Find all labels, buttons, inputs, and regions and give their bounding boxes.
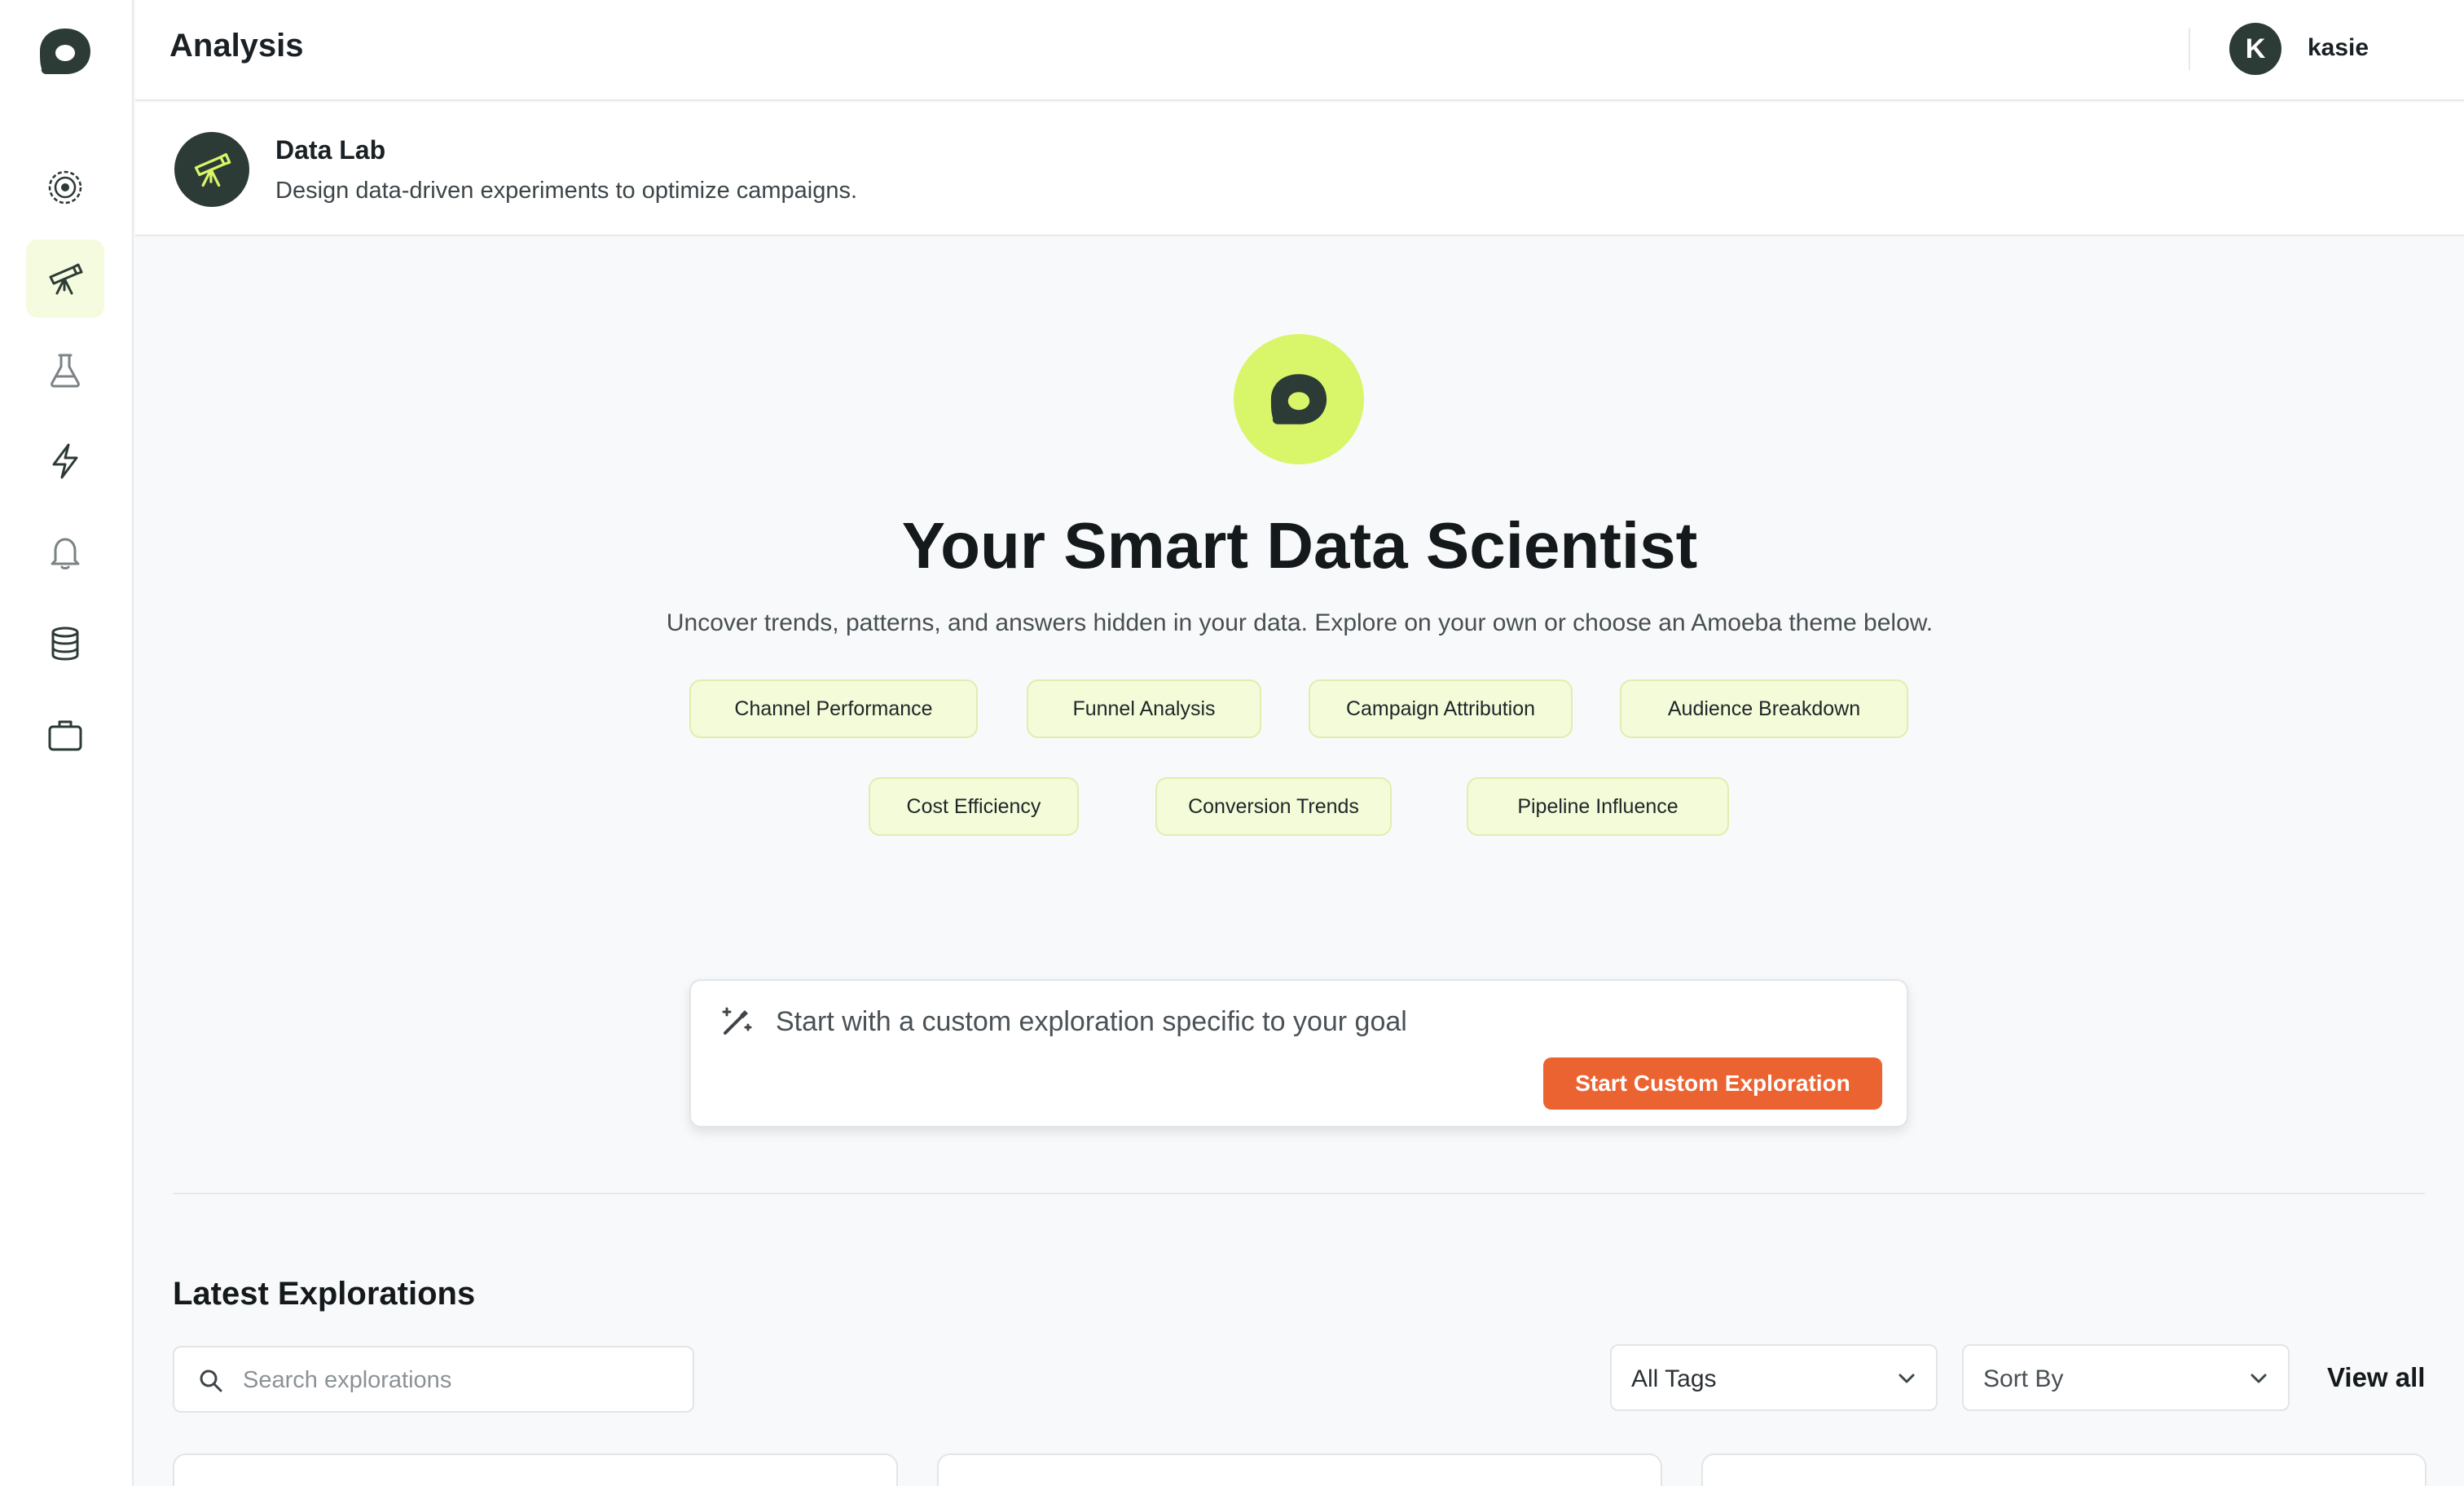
lightning-icon xyxy=(52,443,78,479)
tags-select[interactable]: All Tags xyxy=(1610,1344,1938,1411)
sidebar-item-automations[interactable] xyxy=(26,422,104,500)
custom-exploration-input[interactable] xyxy=(776,1002,1835,1041)
top-bar: Analysis K kasie xyxy=(135,0,2464,101)
sidebar-item-insights[interactable] xyxy=(26,148,104,226)
section-title: Data Lab xyxy=(275,135,386,165)
flask-icon xyxy=(51,354,80,388)
briefcase-icon xyxy=(48,720,82,751)
section-divider xyxy=(173,1193,2425,1194)
magic-wand-icon xyxy=(722,1007,752,1035)
sort-select[interactable]: Sort By xyxy=(1962,1344,2290,1411)
orbit-icon xyxy=(48,170,82,204)
page-title: Analysis xyxy=(169,28,304,64)
theme-chip-audience-breakdown[interactable]: Audience Breakdown xyxy=(1620,679,1908,738)
amoeba-logo-icon[interactable] xyxy=(38,27,92,76)
view-all-link[interactable]: View all xyxy=(2327,1362,2425,1393)
tags-select-value: All Tags xyxy=(1631,1365,1717,1392)
theme-chip-funnel-analysis[interactable]: Funnel Analysis xyxy=(1027,679,1261,738)
theme-chip-pipeline-influence[interactable]: Pipeline Influence xyxy=(1467,777,1729,836)
sidebar-item-alerts[interactable] xyxy=(26,513,104,591)
hero-title: Your Smart Data Scientist xyxy=(901,509,1698,582)
user-name[interactable]: kasie xyxy=(2308,34,2369,62)
exploration-card[interactable] xyxy=(173,1453,898,1486)
start-custom-exploration-button[interactable]: Start Custom Exploration xyxy=(1543,1057,1882,1110)
theme-chip-conversion-trends[interactable]: Conversion Trends xyxy=(1155,777,1392,836)
bell-icon xyxy=(51,538,80,569)
hero-description: Uncover trends, patterns, and answers hi… xyxy=(666,609,1934,636)
telescope-icon xyxy=(49,263,83,295)
sidebar-item-data-lab[interactable] xyxy=(26,240,104,318)
sidebar-item-experiments[interactable] xyxy=(26,331,104,409)
search-explorations[interactable] xyxy=(173,1346,694,1413)
latest-explorations-title: Latest Explorations xyxy=(173,1276,476,1312)
theme-chip-channel-performance[interactable]: Channel Performance xyxy=(689,679,978,738)
theme-chip-cost-efficiency[interactable]: Cost Efficiency xyxy=(869,777,1079,836)
sidebar xyxy=(0,0,134,1486)
exploration-card[interactable] xyxy=(1701,1453,2427,1486)
header-divider xyxy=(2189,28,2190,70)
sidebar-item-workspace[interactable] xyxy=(26,696,104,774)
database-icon xyxy=(51,626,79,661)
exploration-card[interactable] xyxy=(937,1453,1662,1486)
search-input[interactable] xyxy=(243,1362,667,1398)
avatar[interactable]: K xyxy=(2229,23,2281,75)
section-description: Design data-driven experiments to optimi… xyxy=(275,178,858,204)
custom-exploration-card: Start Custom Exploration xyxy=(689,979,1908,1128)
chevron-down-icon xyxy=(1899,1374,1915,1383)
section-header: Data Lab Design data-driven experiments … xyxy=(135,103,2464,236)
sidebar-item-data-sources[interactable] xyxy=(26,605,104,683)
amoeba-badge-icon xyxy=(1234,334,1364,464)
telescope-icon xyxy=(174,132,249,207)
search-icon xyxy=(200,1369,222,1392)
theme-chip-campaign-attribution[interactable]: Campaign Attribution xyxy=(1309,679,1573,738)
sort-select-value: Sort By xyxy=(1983,1365,2064,1392)
chevron-down-icon xyxy=(2251,1374,2267,1383)
